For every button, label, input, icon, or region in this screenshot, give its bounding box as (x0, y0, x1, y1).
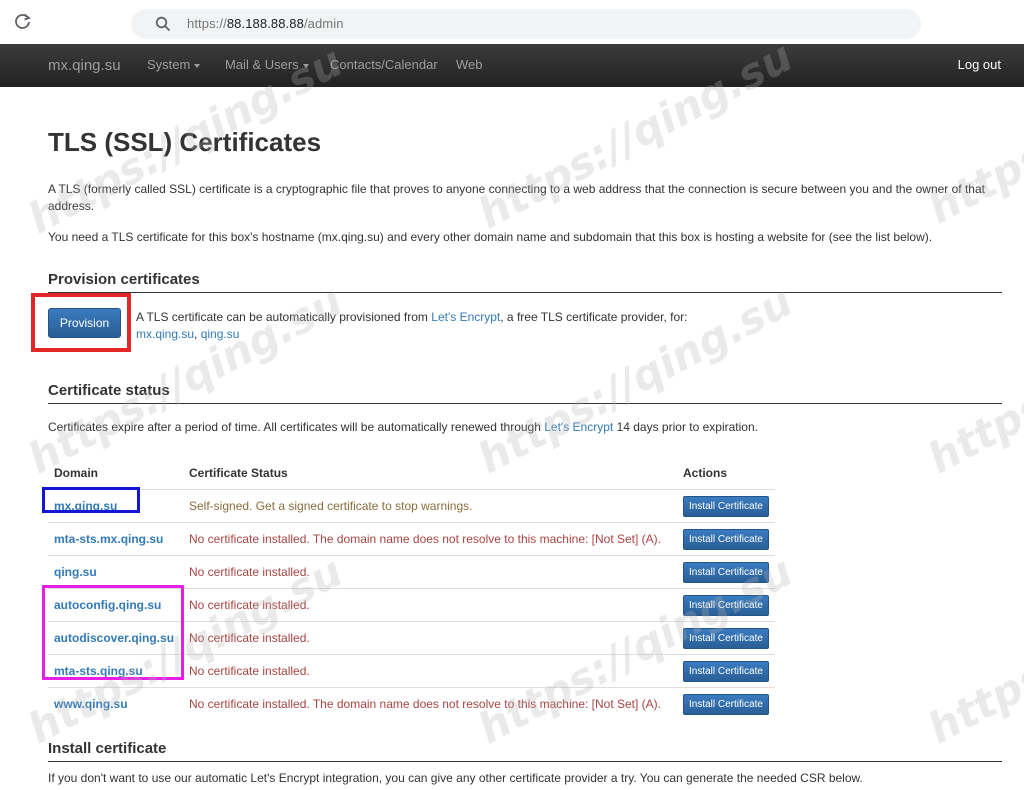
nav-system[interactable]: System (147, 57, 201, 72)
provision-description: A TLS certificate can be automatically p… (136, 309, 736, 343)
install-certificate-button[interactable]: Install Certificate (683, 627, 769, 649)
navbar-brand[interactable]: mx.qing.su (48, 57, 121, 74)
url-path: /admin (303, 16, 344, 31)
column-header-actions: Actions (683, 466, 728, 480)
table-row: qing.su No certificate installed. Instal… (48, 555, 775, 589)
nav-mail-users-label: Mail & Users (225, 57, 299, 72)
annotation-magenta-box (42, 585, 184, 680)
domain-link[interactable]: www.qing.su (48, 687, 183, 720)
provision-domain-separator: , (194, 327, 201, 341)
top-navbar: mx.qing.su System Mail & Users Contacts/… (0, 44, 1024, 87)
certificate-status: No certificate installed. The domain nam… (183, 522, 677, 556)
provision-text-before: A TLS certificate can be automatically p… (136, 310, 432, 324)
need-paragraph: You need a TLS certificate for this box'… (48, 230, 933, 244)
logout-link[interactable]: Log out (958, 57, 1001, 72)
reload-icon[interactable] (14, 13, 32, 31)
annotation-red-box (31, 293, 131, 352)
actions-cell: Install Certificate (677, 687, 775, 720)
domain-link[interactable]: qing.su (48, 555, 183, 589)
domain-link[interactable]: mta-sts.mx.qing.su (48, 522, 183, 556)
certificate-status: No certificate installed. (183, 588, 677, 622)
watermark: https://qing.su (470, 276, 801, 484)
nav-mail-users[interactable]: Mail & Users (225, 57, 309, 72)
address-bar[interactable]: https://88.188.88.88/admin (131, 9, 921, 39)
provision-domain-link[interactable]: qing.su (201, 327, 240, 341)
annotation-blue-box (42, 487, 140, 513)
browser-toolbar: https://88.188.88.88/admin (0, 0, 1024, 45)
actions-cell: Install Certificate (677, 654, 775, 688)
certificate-status: No certificate installed. (183, 654, 677, 688)
nav-system-label: System (147, 57, 191, 72)
url-host: 88.188.88.88 (226, 16, 304, 31)
nav-web[interactable]: Web (456, 57, 483, 72)
table-row: www.qing.su No certificate installed. Th… (48, 687, 775, 720)
install-certificate-button[interactable]: Install Certificate (683, 660, 769, 682)
install-certificate-button[interactable]: Install Certificate (683, 594, 769, 616)
search-icon (155, 16, 171, 32)
status-text-before: Certificates expire after a period of ti… (48, 420, 545, 434)
certificate-status: No certificate installed. (183, 621, 677, 655)
page-title: TLS (SSL) Certificates (48, 127, 322, 157)
lets-encrypt-link[interactable]: Let's Encrypt (544, 420, 613, 434)
watermark: https://qing.su (920, 276, 1024, 484)
actions-cell: Install Certificate (677, 555, 775, 589)
url-text[interactable]: https://88.188.88.88/admin (187, 16, 344, 31)
actions-cell: Install Certificate (677, 588, 775, 622)
install-certificate-button[interactable]: Install Certificate (683, 693, 769, 715)
certificate-status-heading: Certificate status (48, 382, 1002, 404)
url-scheme: https:// (187, 16, 227, 31)
install-description: If you don't want to use our automatic L… (48, 771, 863, 785)
caret-down-icon (302, 63, 309, 68)
status-description: Certificates expire after a period of ti… (48, 419, 758, 436)
column-header-domain: Domain (54, 466, 99, 480)
status-text-after: 14 days prior to expiration. (613, 420, 758, 434)
actions-cell: Install Certificate (677, 621, 775, 655)
certificate-status: No certificate installed. The domain nam… (183, 687, 677, 720)
provision-heading: Provision certificates (48, 271, 1002, 293)
provision-text-after: , a free TLS certificate provider, for: (500, 310, 688, 324)
certificate-status: Self-signed. Get a signed certificate to… (183, 489, 677, 523)
install-certificate-button[interactable]: Install Certificate (683, 561, 769, 583)
table-row: mx.qing.su Self-signed. Get a signed cer… (48, 489, 775, 523)
table-row: mta-sts.mx.qing.su No certificate instal… (48, 522, 775, 556)
install-certificate-button[interactable]: Install Certificate (683, 495, 769, 517)
install-certificate-heading: Install certificate (48, 740, 1002, 762)
nav-contacts-calendar[interactable]: Contacts/Calendar (330, 57, 438, 72)
actions-cell: Install Certificate (677, 489, 775, 523)
intro-paragraph: A TLS (formerly called SSL) certificate … (48, 182, 985, 213)
actions-cell: Install Certificate (677, 522, 775, 556)
certificate-status: No certificate installed. (183, 555, 677, 589)
table-header-row: Domain Certificate Status Actions (48, 457, 775, 490)
column-header-status: Certificate Status (189, 466, 288, 480)
watermark: https://qing.su (920, 546, 1024, 754)
provision-domain-link[interactable]: mx.qing.su (136, 327, 194, 341)
lets-encrypt-link[interactable]: Let's Encrypt (431, 310, 500, 324)
install-certificate-button[interactable]: Install Certificate (683, 528, 769, 550)
caret-down-icon (194, 63, 201, 68)
